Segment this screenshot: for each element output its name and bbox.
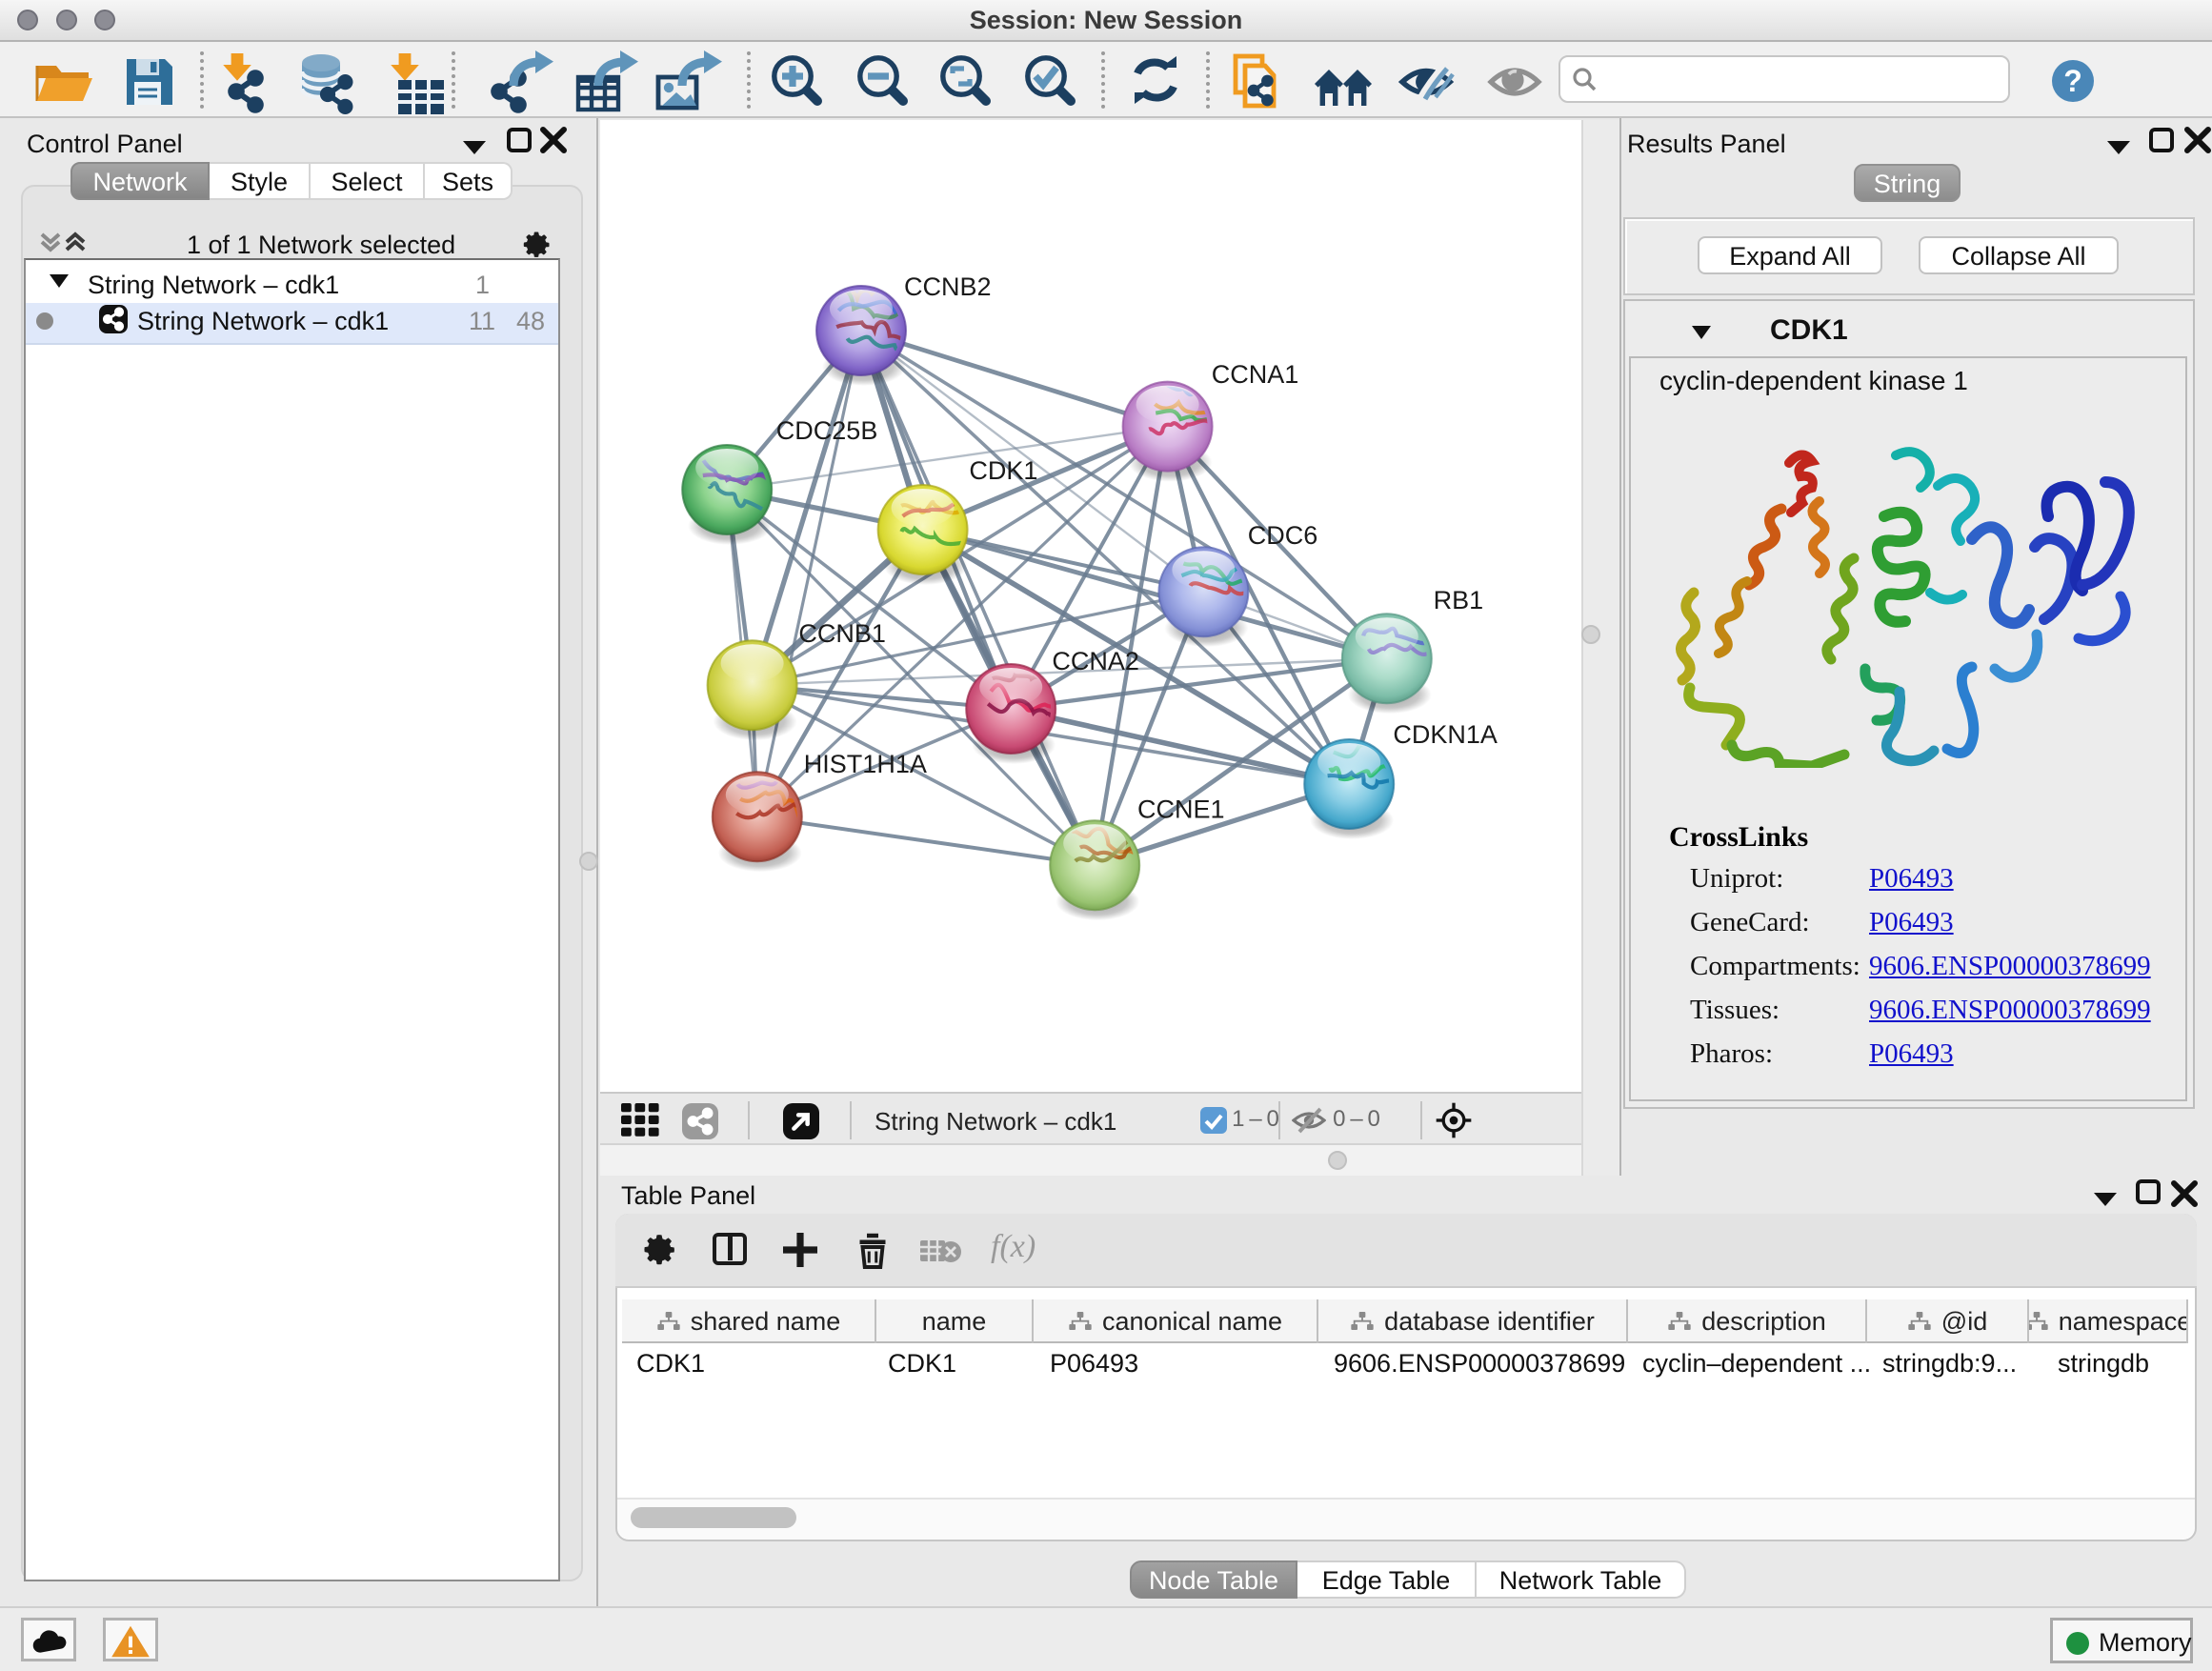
svg-text:CDK1: CDK1 xyxy=(969,456,1037,485)
svg-text:CDKN1A: CDKN1A xyxy=(1393,720,1498,749)
svg-text:CCNB1: CCNB1 xyxy=(798,619,886,648)
svg-text:CDC25B: CDC25B xyxy=(776,416,878,445)
svg-text:?: ? xyxy=(2063,64,2082,98)
svg-text:CCNA1: CCNA1 xyxy=(1212,360,1299,389)
svg-text:CDC6: CDC6 xyxy=(1248,521,1318,550)
svg-text:HIST1H1A: HIST1H1A xyxy=(804,750,927,778)
svg-text:RB1: RB1 xyxy=(1434,586,1484,614)
svg-text:CCNB2: CCNB2 xyxy=(904,272,992,301)
svg-text:CCNE1: CCNE1 xyxy=(1137,795,1225,824)
svg-text:CCNA2: CCNA2 xyxy=(1052,647,1139,675)
